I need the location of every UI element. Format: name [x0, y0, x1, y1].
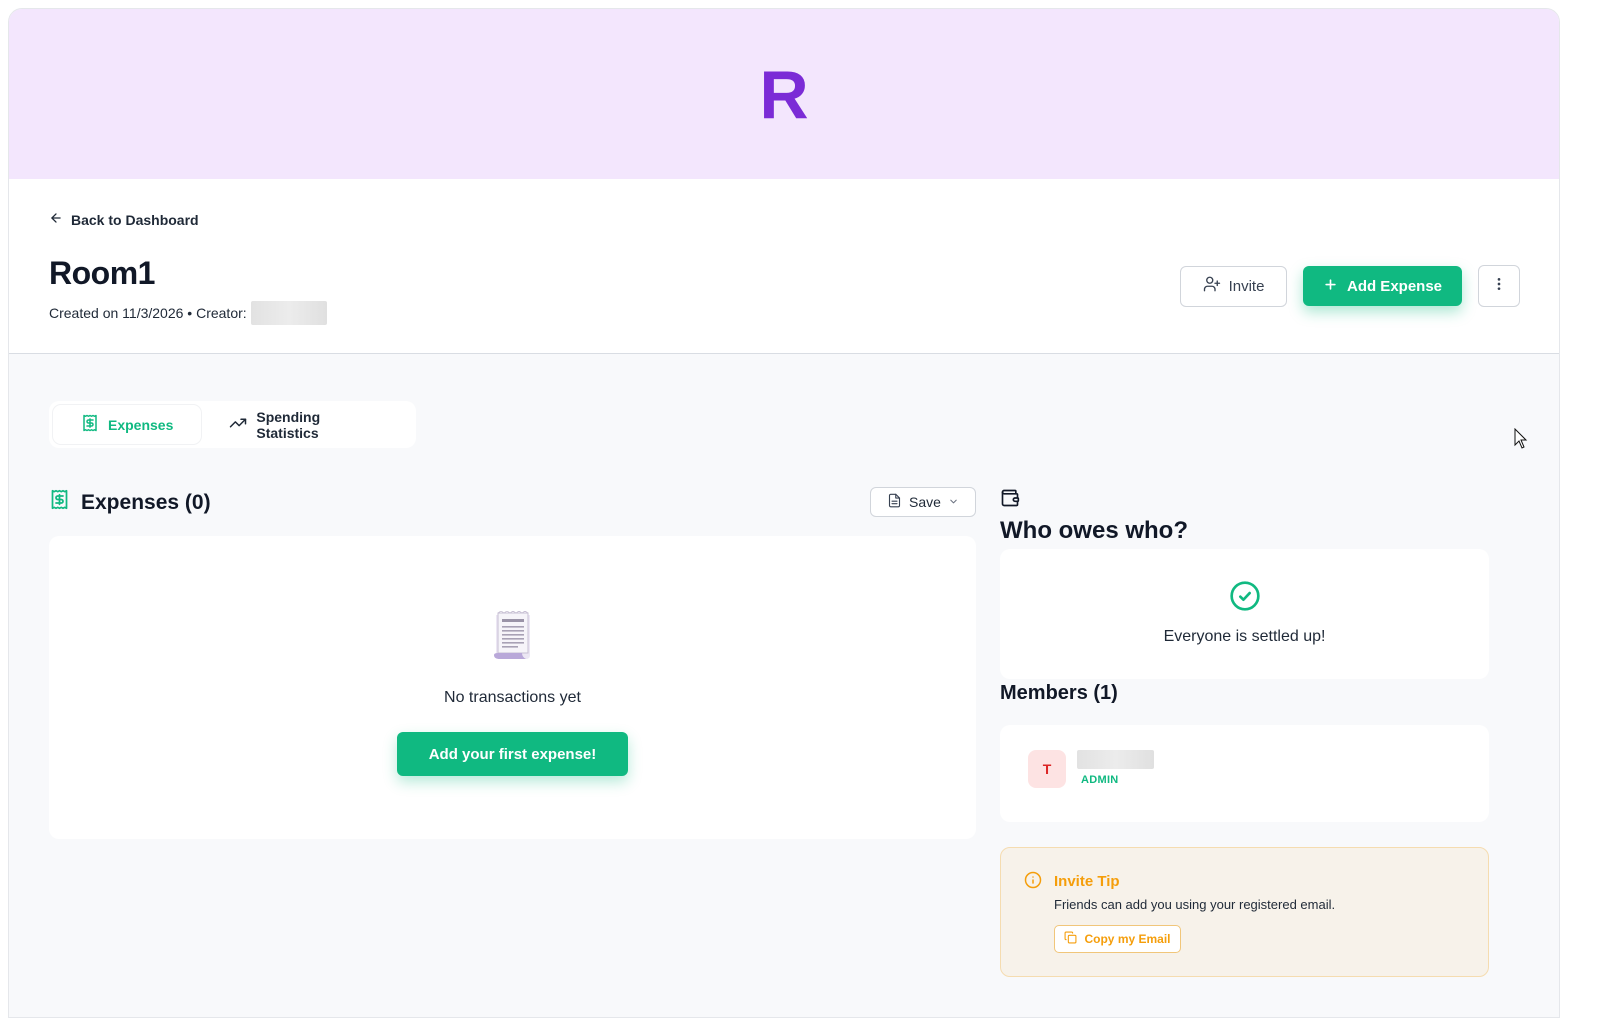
copy-icon: [1064, 931, 1077, 947]
invite-tip-text: Friends can add you using your registere…: [1054, 897, 1336, 912]
trending-up-icon: [229, 414, 247, 435]
tab-statistics-label: Spending Statistics: [256, 408, 321, 441]
invite-label: Invite: [1228, 277, 1265, 295]
receipt-icon: [492, 610, 534, 666]
receipt-dollar-icon: [81, 414, 99, 435]
chevron-down-icon: [948, 494, 959, 510]
members-title: Members (1): [1000, 682, 1118, 704]
arrow-left-icon: [49, 211, 63, 228]
invite-tip-title: Invite Tip: [1054, 873, 1120, 890]
receipt-dollar-icon: [49, 489, 70, 516]
file-icon: [887, 493, 902, 511]
save-label: Save: [909, 494, 941, 510]
mouse-cursor-icon: [1514, 427, 1528, 455]
info-icon: [1024, 871, 1042, 894]
invite-button[interactable]: Invite: [1180, 265, 1287, 307]
room-banner: R: [9, 9, 1559, 179]
tab-expenses-label: Expenses: [108, 416, 174, 433]
plus-icon: [1323, 277, 1338, 296]
more-vertical-icon: [1491, 276, 1507, 297]
back-label: Back to Dashboard: [71, 211, 199, 228]
expenses-header: Expenses (0) Save: [49, 487, 976, 519]
tab-spending-statistics[interactable]: Spending Statistics: [201, 405, 412, 444]
who-owes-title: Who owes who?: [1000, 517, 1188, 544]
created-text: Created on 11/3/2026 • Creator:: [49, 305, 247, 321]
view-tabs: Expenses Spending Statistics: [49, 401, 416, 448]
member-role-badge: ADMIN: [1081, 774, 1119, 786]
add-expense-button[interactable]: Add Expense: [1303, 266, 1462, 306]
member-name-redacted: [1077, 750, 1154, 769]
more-options-button[interactable]: [1478, 265, 1520, 307]
room-initial: R: [759, 57, 809, 133]
invite-tip-card: Invite Tip Friends can add you using you…: [1000, 847, 1489, 977]
copy-email-button[interactable]: Copy my Email: [1054, 925, 1181, 953]
room-meta: Created on 11/3/2026 • Creator:: [49, 301, 327, 325]
tab-expenses[interactable]: Expenses: [53, 405, 202, 444]
wallet-icon: [1000, 488, 1020, 513]
expenses-empty-card: No transactions yet Add your first expen…: [49, 536, 976, 839]
check-circle-icon: [1229, 580, 1261, 617]
settled-card: Everyone is settled up!: [1000, 549, 1489, 679]
user-plus-icon: [1203, 275, 1221, 297]
empty-state-text: No transactions yet: [444, 689, 581, 706]
expenses-title-text: Expenses (0): [81, 490, 211, 514]
save-dropdown-button[interactable]: Save: [870, 487, 976, 517]
page-title: Room1: [49, 255, 155, 291]
app-window: R Back to Dashboard Room1 Created on 11/…: [8, 8, 1560, 1018]
back-to-dashboard-link[interactable]: Back to Dashboard: [49, 211, 199, 228]
creator-name-redacted: [250, 301, 327, 325]
header-actions: Invite Add Expense: [1180, 265, 1520, 307]
members-card: T ADMIN: [1000, 725, 1489, 822]
settled-text: Everyone is settled up!: [1163, 628, 1326, 645]
room-header: Back to Dashboard Room1 Created on 11/3/…: [9, 179, 1559, 354]
avatar: T: [1028, 750, 1066, 788]
add-first-expense-button[interactable]: Add your first expense!: [397, 732, 628, 776]
expenses-title: Expenses (0): [49, 489, 211, 516]
copy-email-label: Copy my Email: [1084, 932, 1171, 946]
add-expense-label: Add Expense: [1346, 277, 1443, 295]
